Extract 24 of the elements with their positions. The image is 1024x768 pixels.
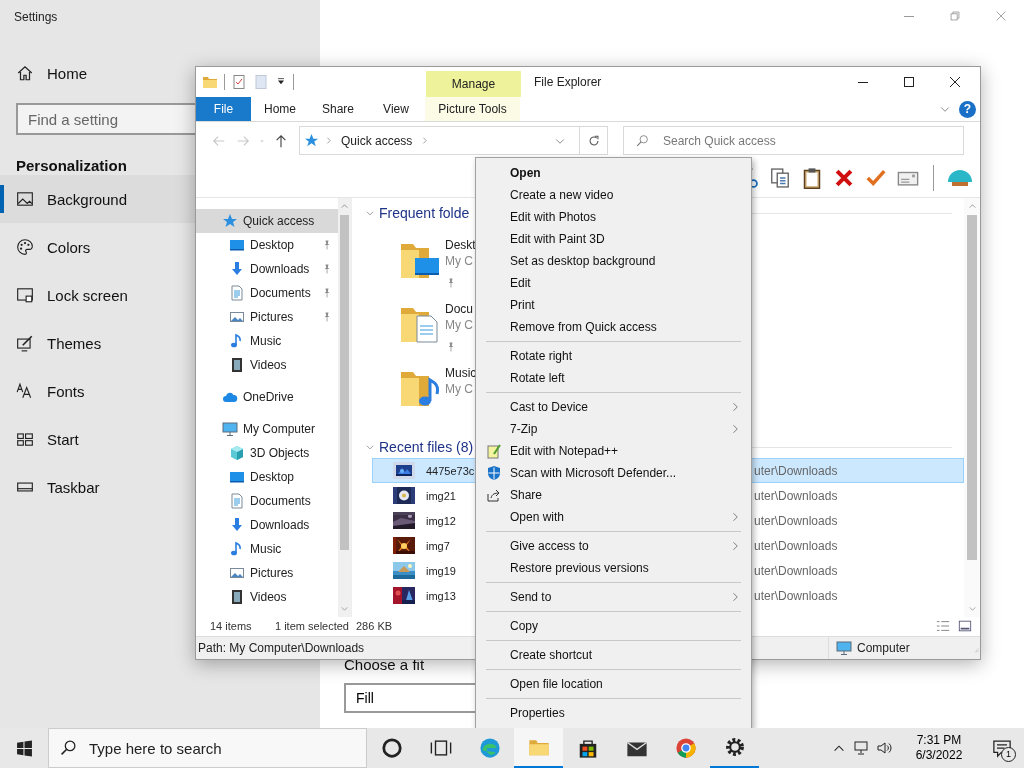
folder-location: My C bbox=[445, 381, 474, 397]
folder-location: My C bbox=[445, 253, 474, 269]
section-heading: Personalization bbox=[16, 157, 127, 175]
file-name: img19 bbox=[426, 564, 456, 577]
file-name: 4475e73c bbox=[426, 464, 475, 477]
window-title: File Explorer bbox=[534, 75, 602, 89]
file-location: uter\Downloads bbox=[754, 538, 839, 553]
path-text: Path: My Computer\Downloads bbox=[198, 641, 365, 655]
zone-label: Computer bbox=[857, 641, 910, 655]
folder-location: My C bbox=[445, 317, 473, 333]
context-tab-group: Manage bbox=[426, 71, 521, 97]
window-title: Settings bbox=[14, 10, 58, 24]
file-location: uter\Downloads bbox=[754, 463, 839, 478]
file-location: uter\Downloads bbox=[754, 588, 839, 603]
item-count: 14 items bbox=[210, 619, 253, 632]
file-location: uter\Downloads bbox=[754, 488, 839, 503]
file-name: img7 bbox=[426, 539, 450, 552]
selection-count: 1 item selected bbox=[275, 619, 349, 632]
file-name: img12 bbox=[426, 514, 456, 527]
file-location: uter\Downloads bbox=[754, 563, 839, 578]
file-name: img13 bbox=[426, 589, 456, 602]
file-name: img21 bbox=[426, 489, 456, 502]
file-location: uter\Downloads bbox=[754, 513, 839, 528]
selection-size: 286 KB bbox=[356, 619, 393, 632]
